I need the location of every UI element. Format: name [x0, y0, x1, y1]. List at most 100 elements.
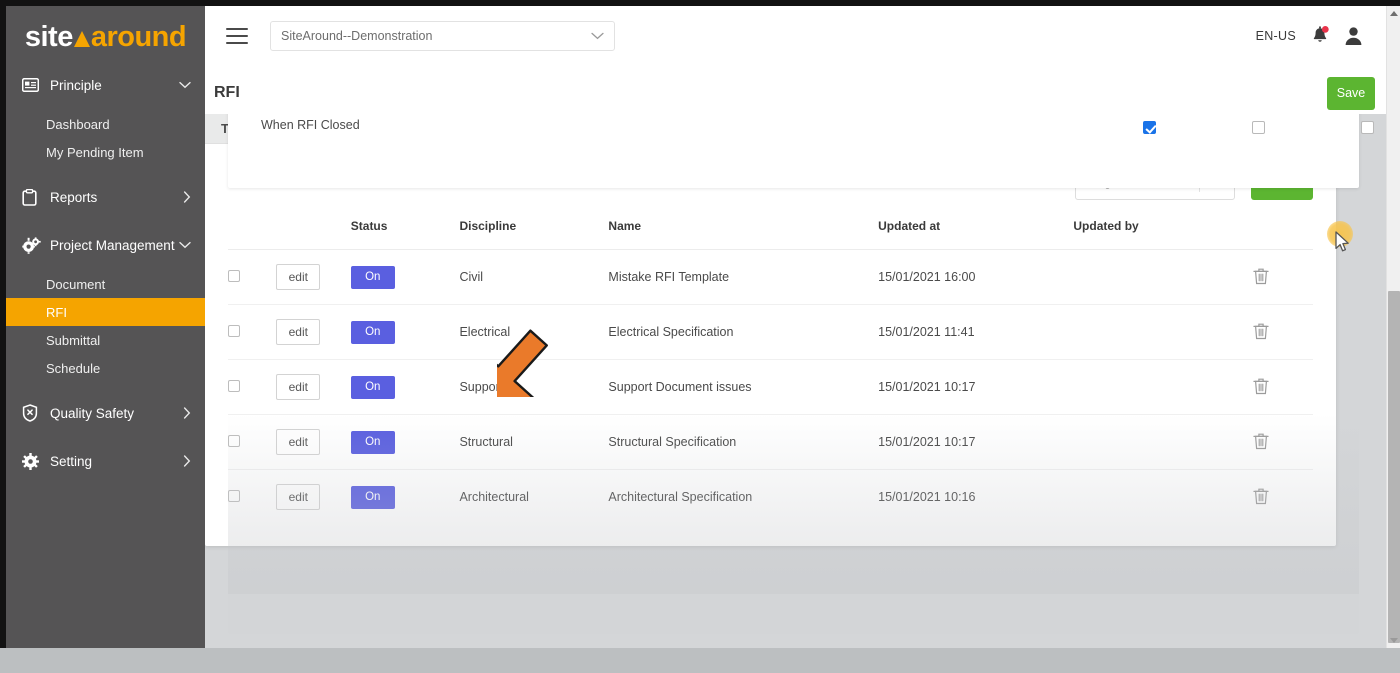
status-badge[interactable]: On	[351, 486, 395, 509]
sidebar-item-rfi[interactable]: RFI	[6, 298, 205, 326]
col-name: Name	[608, 219, 878, 250]
scroll-up-arrow-icon[interactable]	[1390, 11, 1398, 16]
row-discipline-cell: Structural	[459, 415, 608, 470]
scrollbar-thumb[interactable]	[1388, 291, 1400, 643]
content-scroll-area[interactable]: When RFI Closed Template Page 1	[205, 114, 1393, 648]
when-rfi-closed-checkbox-1[interactable]	[1143, 121, 1156, 134]
row-checkbox[interactable]	[228, 325, 240, 337]
page-header: RFI Save	[205, 66, 1393, 120]
row-name-cell: Architectural Specification	[608, 470, 878, 525]
status-badge[interactable]: On	[351, 376, 395, 399]
row-updated-at-cell: 15/01/2021 10:17	[878, 415, 1073, 470]
col-discipline: Discipline	[459, 219, 608, 250]
row-delete-cell	[1253, 415, 1313, 470]
col-select	[228, 219, 276, 250]
user-icon[interactable]	[1344, 26, 1363, 46]
status-badge[interactable]: On	[351, 431, 395, 454]
bell-icon[interactable]	[1311, 26, 1329, 46]
vertical-scrollbar[interactable]	[1386, 6, 1400, 648]
table-row: editOnElectricalElectrical Specification…	[228, 305, 1313, 360]
hamburger-icon[interactable]	[226, 28, 248, 44]
row-edit-cell: edit	[276, 305, 350, 360]
settings-card: When RFI Closed	[228, 114, 1359, 188]
row-checkbox[interactable]	[228, 270, 240, 282]
sidebar-item-schedule[interactable]: Schedule	[6, 354, 205, 382]
row-discipline-cell: Civil	[459, 250, 608, 305]
when-rfi-closed-checkbox-2[interactable]	[1252, 121, 1265, 134]
row-updated-by-cell	[1073, 305, 1252, 360]
save-button[interactable]: Save	[1327, 77, 1375, 110]
row-updated-by-cell	[1073, 360, 1252, 415]
edit-button[interactable]: edit	[276, 374, 320, 400]
template-table: Status Discipline Name Updated at Update…	[228, 219, 1313, 525]
sidebar-item-setting[interactable]: Setting	[6, 444, 205, 478]
project-select-value: SiteAround--Demonstration	[281, 29, 591, 43]
trash-icon[interactable]	[1253, 494, 1269, 508]
row-checkbox[interactable]	[228, 380, 240, 392]
page-title: RFI	[214, 84, 240, 102]
chevron-right-icon	[183, 455, 191, 467]
when-rfi-closed-row: When RFI Closed	[228, 114, 1359, 154]
triangle-up-icon	[74, 31, 90, 47]
row-updated-at-cell: 15/01/2021 11:41	[878, 305, 1073, 360]
sidebar-item-reports[interactable]: Reports	[6, 180, 205, 214]
row-status-cell: On	[351, 305, 460, 360]
app-logo[interactable]: sitearound	[6, 6, 205, 68]
edit-button[interactable]: edit	[276, 264, 320, 290]
table-row: editOnArchitecturalArchitectural Specifi…	[228, 470, 1313, 525]
project-select[interactable]: SiteAround--Demonstration	[270, 21, 615, 51]
row-delete-cell	[1253, 360, 1313, 415]
row-discipline-cell: Electrical	[459, 305, 608, 360]
row-updated-by-cell	[1073, 250, 1252, 305]
row-edit-cell: edit	[276, 360, 350, 415]
sidebar-label-rfi: RFI	[46, 305, 67, 320]
language-selector[interactable]: EN-US	[1256, 29, 1296, 43]
sidebar-label-principle: Principle	[44, 78, 179, 93]
row-checkbox[interactable]	[228, 435, 240, 447]
sidebar-item-principle[interactable]: Principle	[6, 68, 205, 102]
sidebar-label-quality-safety: Quality Safety	[44, 406, 183, 421]
main-window: SiteAround--Demonstration EN-US RFI Save	[205, 6, 1393, 648]
row-edit-cell: edit	[276, 415, 350, 470]
row-edit-cell: edit	[276, 470, 350, 525]
sidebar-item-project-management[interactable]: Project Management	[6, 228, 205, 262]
scroll-down-arrow-icon[interactable]	[1390, 638, 1398, 643]
row-delete-cell	[1253, 305, 1313, 360]
sidebar-label-schedule: Schedule	[46, 361, 100, 376]
screen: sitearound Principle Dashboard My Pendin…	[0, 0, 1400, 673]
window-chrome-bottom	[0, 648, 1400, 673]
sidebar-item-my-pending-item[interactable]: My Pending Item	[6, 138, 205, 166]
row-discipline-cell: Support	[459, 360, 608, 415]
sidebar-item-submittal[interactable]: Submittal	[6, 326, 205, 354]
gear-icon	[22, 453, 44, 470]
status-badge[interactable]: On	[351, 266, 395, 289]
col-updated-by: Updated by	[1073, 219, 1252, 250]
edit-button[interactable]: edit	[276, 429, 320, 455]
trash-icon[interactable]	[1253, 274, 1269, 288]
row-select-cell	[228, 360, 276, 415]
row-edit-cell: edit	[276, 250, 350, 305]
row-select-cell	[228, 415, 276, 470]
when-rfi-closed-label: When RFI Closed	[261, 118, 360, 132]
sidebar-item-quality-safety[interactable]: Quality Safety	[6, 396, 205, 430]
when-rfi-closed-checkbox-3[interactable]	[1361, 121, 1374, 134]
row-status-cell: On	[351, 415, 460, 470]
chevron-down-icon	[179, 81, 191, 89]
sidebar-item-document[interactable]: Document	[6, 270, 205, 298]
col-delete	[1253, 219, 1313, 250]
row-name-cell: Mistake RFI Template	[608, 250, 878, 305]
trash-icon[interactable]	[1253, 384, 1269, 398]
edit-button[interactable]: edit	[276, 319, 320, 345]
edit-button[interactable]: edit	[276, 484, 320, 510]
table-header-row: Status Discipline Name Updated at Update…	[228, 219, 1313, 250]
trash-icon[interactable]	[1253, 439, 1269, 453]
sidebar-item-dashboard[interactable]: Dashboard	[6, 110, 205, 138]
content-bottom-fill	[228, 594, 1359, 634]
trash-icon[interactable]	[1253, 329, 1269, 343]
chevron-right-icon	[183, 191, 191, 203]
table-body: editOnCivilMistake RFI Template15/01/202…	[228, 250, 1313, 525]
row-updated-by-cell	[1073, 470, 1252, 525]
row-name-cell: Structural Specification	[608, 415, 878, 470]
row-checkbox[interactable]	[228, 490, 240, 502]
status-badge[interactable]: On	[351, 321, 395, 344]
